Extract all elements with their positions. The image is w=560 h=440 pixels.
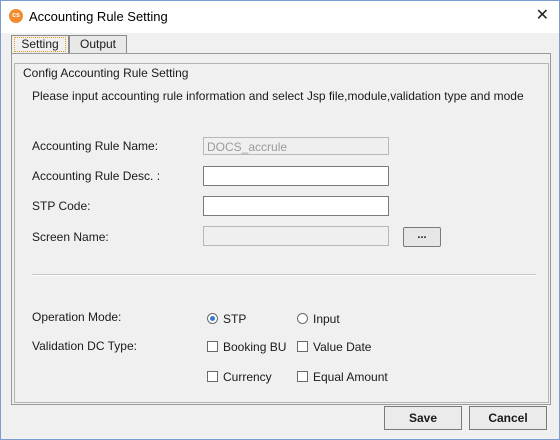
stp-radio-label[interactable]: STP — [223, 312, 246, 326]
rule-desc-field[interactable] — [203, 166, 389, 186]
instruction-text: Please input accounting rule information… — [32, 89, 524, 103]
group-legend: Config Accounting Rule Setting — [21, 66, 191, 80]
stp-code-field[interactable] — [203, 196, 389, 216]
equal-amount-checkbox[interactable] — [297, 371, 308, 382]
currency-checkbox[interactable] — [207, 371, 218, 382]
rule-name-label: Accounting Rule Name: — [32, 139, 159, 153]
save-button[interactable]: Save — [384, 406, 462, 430]
value-date-label[interactable]: Value Date — [313, 340, 371, 354]
tab-setting[interactable]: Setting — [11, 35, 69, 54]
screen-name-label: Screen Name: — [32, 230, 109, 244]
cancel-button[interactable]: Cancel — [469, 406, 547, 430]
input-radio[interactable] — [297, 313, 308, 324]
rule-desc-label: Accounting Rule Desc. : — [32, 169, 161, 183]
stp-radio[interactable] — [207, 313, 218, 324]
equal-amount-label[interactable]: Equal Amount — [313, 370, 388, 384]
section-divider — [32, 274, 536, 276]
input-radio-label[interactable]: Input — [313, 312, 340, 326]
dialog-window: cs Accounting Rule Setting ✕ Setting Out… — [0, 0, 560, 440]
currency-label[interactable]: Currency — [223, 370, 272, 384]
validation-dc-type-label: Validation DC Type: — [32, 339, 137, 353]
operation-mode-label: Operation Mode: — [32, 310, 122, 324]
window-title: Accounting Rule Setting — [29, 9, 168, 24]
booking-bu-checkbox[interactable] — [207, 341, 218, 352]
browse-button[interactable]: ... — [403, 227, 441, 247]
booking-bu-label[interactable]: Booking BU — [223, 340, 286, 354]
value-date-checkbox[interactable] — [297, 341, 308, 352]
stp-code-label: STP Code: — [32, 199, 91, 213]
title-bar: cs Accounting Rule Setting ✕ — [1, 1, 559, 33]
close-icon[interactable]: ✕ — [536, 6, 549, 26]
app-icon: cs — [9, 9, 23, 23]
screen-name-field — [203, 226, 389, 246]
rule-name-field: DOCS_accrule — [203, 137, 389, 155]
tab-output[interactable]: Output — [69, 35, 127, 53]
tab-setting-label: Setting — [14, 37, 66, 52]
